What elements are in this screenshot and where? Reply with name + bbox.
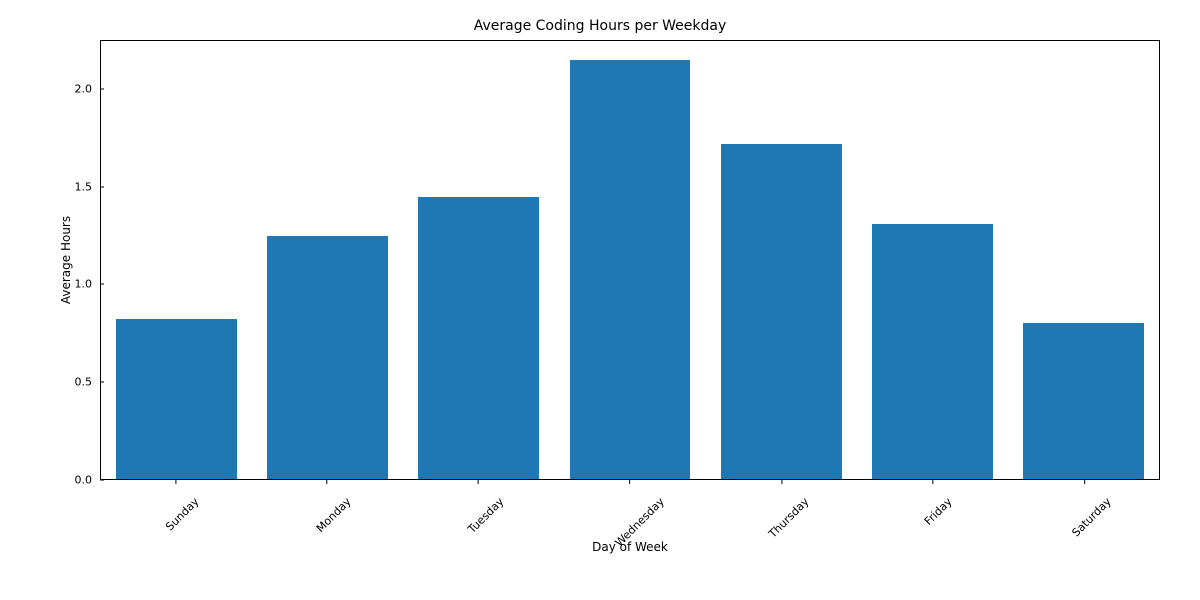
y-tick: 2.0	[60, 82, 100, 95]
x-tick-mark	[932, 480, 933, 484]
y-tick: 0.5	[60, 376, 100, 389]
x-tick-label: Sunday	[163, 495, 201, 533]
x-tick-mark	[781, 480, 782, 484]
y-tick: 0.0	[60, 474, 100, 487]
x-tick-mark	[630, 480, 631, 484]
x-tick: Tuesday	[456, 480, 501, 501]
bar-slot	[554, 41, 705, 479]
x-tick-label: Tuesday	[465, 495, 506, 536]
bar	[116, 319, 237, 479]
x-tick-label: Monday	[314, 495, 354, 535]
y-axis: 0.00.51.01.52.0	[60, 40, 100, 480]
y-tick: 1.0	[60, 278, 100, 291]
x-tick: Thursday	[756, 480, 807, 501]
y-tick: 1.5	[60, 180, 100, 193]
bar-slot	[857, 41, 1008, 479]
y-tick-label: 1.0	[75, 278, 101, 291]
bar	[418, 197, 539, 479]
chart-title: Average Coding Hours per Weekday	[0, 18, 1200, 34]
y-tick-label: 2.0	[75, 82, 101, 95]
x-tick-mark	[327, 480, 328, 484]
x-axis: Day of Week Sunday Monday Tuesday Wednesday…	[100, 480, 1160, 560]
bars-group	[101, 41, 1159, 479]
x-tick: Wednesday	[598, 480, 662, 501]
x-tick-label: Friday	[922, 495, 955, 528]
bar	[872, 224, 993, 479]
bar	[267, 236, 388, 479]
x-tick-label: Thursday	[767, 495, 812, 540]
x-tick: Sunday	[155, 480, 196, 501]
bar-slot	[1008, 41, 1159, 479]
x-tick: Saturday	[1059, 480, 1109, 501]
bar-slot	[101, 41, 252, 479]
x-axis-label: Day of Week	[100, 540, 1160, 554]
y-tick-label: 0.0	[75, 474, 101, 487]
bar	[1023, 323, 1144, 479]
y-tick-label: 0.5	[75, 376, 101, 389]
x-tick-mark	[175, 480, 176, 484]
x-tick: Friday	[916, 480, 949, 501]
bar-slot	[252, 41, 403, 479]
x-tick-mark	[478, 480, 479, 484]
bar-slot	[706, 41, 857, 479]
y-tick-label: 1.5	[75, 180, 101, 193]
bar	[570, 60, 691, 479]
bar-slot	[403, 41, 554, 479]
x-tick: Monday	[305, 480, 348, 501]
x-tick-mark	[1084, 480, 1085, 484]
x-tick-label: Saturday	[1070, 495, 1114, 539]
plot-area	[100, 40, 1160, 480]
bar	[721, 144, 842, 479]
